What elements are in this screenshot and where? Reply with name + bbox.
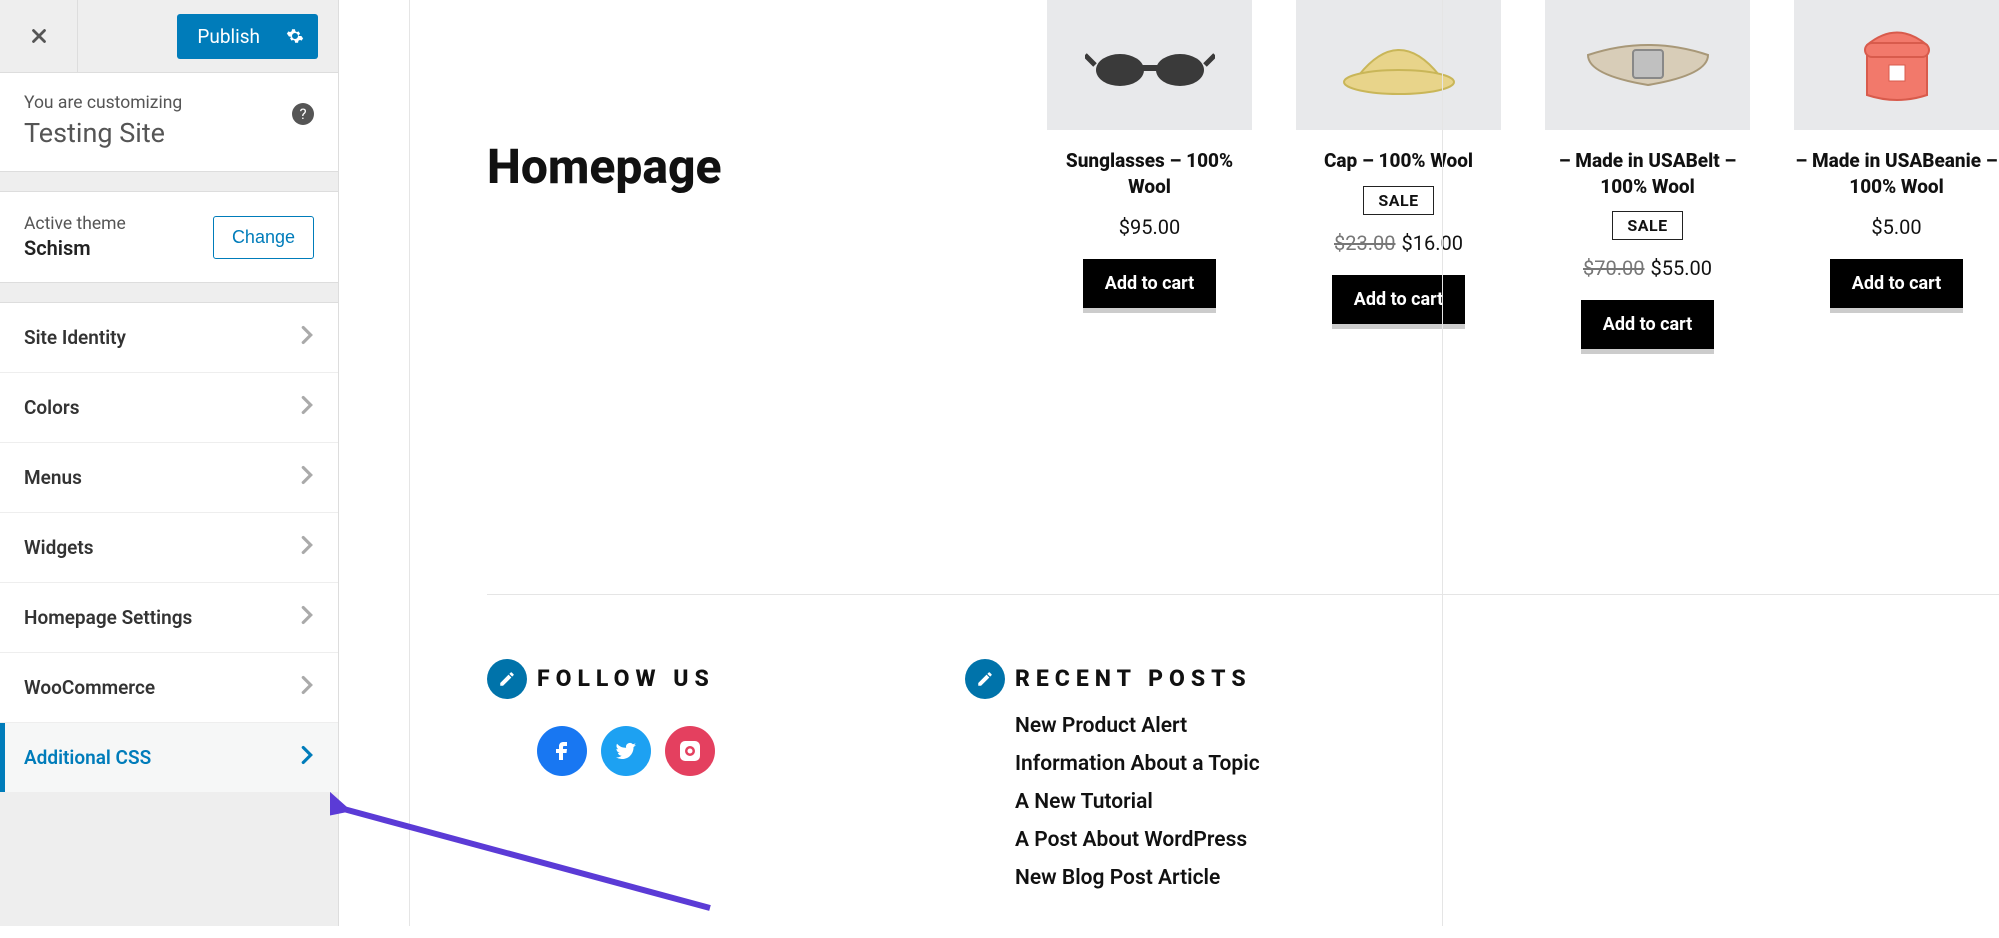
publish-label: Publish: [177, 25, 278, 48]
pencil-icon: [976, 670, 994, 688]
product-price: $23.00$16.00: [1296, 231, 1501, 255]
recent-post-link[interactable]: A New Tutorial: [1015, 790, 1260, 814]
product-card: – Made in USABeanie – 100% Wool $5.00 Add …: [1794, 0, 1999, 354]
facebook-link[interactable]: [537, 726, 587, 776]
close-button[interactable]: [0, 0, 78, 72]
sidebar-item-additional-css[interactable]: Additional CSS: [0, 723, 338, 793]
product-grid: Sunglasses – 100% Wool$95.00Add to cartC…: [1047, 0, 1999, 354]
chevron-right-icon: [300, 535, 314, 560]
sidebar-item-label: Additional CSS: [24, 746, 151, 769]
sidebar-item-label: Colors: [24, 396, 79, 419]
product-image[interactable]: [1794, 0, 1999, 130]
sidebar-item-label: Homepage Settings: [24, 606, 192, 629]
recent-post-link[interactable]: New Product Alert: [1015, 714, 1260, 738]
product-image[interactable]: [1545, 0, 1750, 130]
add-to-cart-button[interactable]: Add to cart: [1830, 259, 1963, 313]
sidebar-item-label: Widgets: [24, 536, 94, 559]
facebook-icon: [550, 739, 574, 763]
twitter-link[interactable]: [601, 726, 651, 776]
product-price: $5.00: [1794, 215, 1999, 239]
recent-post-link[interactable]: A Post About WordPress: [1015, 828, 1260, 852]
publish-button[interactable]: Publish: [177, 14, 318, 59]
chevron-right-icon: [300, 465, 314, 490]
change-theme-button[interactable]: Change: [213, 216, 314, 259]
pencil-icon: [498, 670, 516, 688]
page-title: Homepage: [487, 138, 722, 195]
chevron-right-icon: [300, 395, 314, 420]
product-image[interactable]: [1047, 0, 1252, 130]
recent-heading: RECENT POSTS: [1015, 665, 1260, 692]
sale-badge: SALE: [1363, 186, 1433, 215]
sidebar-item-menus[interactable]: Menus: [0, 443, 338, 513]
help-icon[interactable]: ?: [292, 103, 314, 125]
edit-widget-button[interactable]: [487, 659, 527, 699]
product-card: – Made in USABelt – 100% Wool SALE $70.00$…: [1545, 0, 1750, 354]
follow-us-widget: FOLLOW US: [537, 665, 715, 904]
site-name: Testing Site: [24, 117, 314, 149]
site-preview: Sunglasses – 100% Wool$95.00Add to cartC…: [339, 0, 1999, 926]
add-to-cart-button[interactable]: Add to cart: [1332, 275, 1465, 329]
recent-post-link[interactable]: New Blog Post Article: [1015, 866, 1260, 890]
active-theme-row: Active theme Schism Change: [0, 192, 338, 283]
product-name[interactable]: Cap – 100% Wool: [1296, 148, 1501, 174]
product-price: $95.00: [1047, 215, 1252, 239]
instagram-link[interactable]: [665, 726, 715, 776]
sidebar-item-label: Site Identity: [24, 326, 126, 349]
sidebar-item-woocommerce[interactable]: WooCommerce: [0, 653, 338, 723]
theme-name: Schism: [24, 236, 126, 260]
product-card: Sunglasses – 100% Wool $95.00 Add to cart: [1047, 0, 1252, 354]
product-image[interactable]: [1296, 0, 1501, 130]
customizer-menu: Site Identity Colors Menus Widgets Homepage …: [0, 303, 338, 793]
sidebar-item-label: Menus: [24, 466, 82, 489]
chevron-right-icon: [300, 605, 314, 630]
add-to-cart-button[interactable]: Add to cart: [1083, 259, 1216, 313]
instagram-icon: [678, 739, 702, 763]
chevron-right-icon: [300, 745, 314, 770]
sale-badge: SALE: [1612, 211, 1682, 240]
sidebar-item-homepage-settings[interactable]: Homepage Settings: [0, 583, 338, 653]
settings-gear-icon[interactable]: [278, 27, 318, 45]
customizer-sidebar: Publish You are customizing Testing Site…: [0, 0, 339, 926]
chevron-right-icon: [300, 325, 314, 350]
sidebar-topbar: Publish: [0, 0, 338, 73]
sidebar-item-site-identity[interactable]: Site Identity: [0, 303, 338, 373]
product-card: Cap – 100% Wool SALE $23.00$16.00 Add to ca…: [1296, 0, 1501, 354]
sidebar-item-label: WooCommerce: [24, 676, 155, 699]
chevron-right-icon: [300, 675, 314, 700]
recent-post-link[interactable]: Information About a Topic: [1015, 752, 1260, 776]
add-to-cart-button[interactable]: Add to cart: [1581, 300, 1714, 354]
product-price: $70.00$55.00: [1545, 256, 1750, 280]
product-name[interactable]: – Made in USABeanie – 100% Wool: [1794, 148, 1999, 199]
twitter-icon: [614, 739, 638, 763]
product-name[interactable]: – Made in USABelt – 100% Wool: [1545, 148, 1750, 199]
sidebar-item-colors[interactable]: Colors: [0, 373, 338, 443]
you-are-label: You are customizing: [24, 93, 314, 113]
edit-widget-button[interactable]: [965, 659, 1005, 699]
customizing-context: You are customizing Testing Site ?: [0, 73, 338, 172]
product-name[interactable]: Sunglasses – 100% Wool: [1047, 148, 1252, 199]
active-theme-label: Active theme: [24, 214, 126, 234]
sidebar-item-widgets[interactable]: Widgets: [0, 513, 338, 583]
recent-posts-widget: RECENT POSTS New Product Alert Informatio…: [1015, 665, 1260, 904]
close-icon: [28, 25, 50, 47]
follow-heading: FOLLOW US: [537, 665, 715, 692]
